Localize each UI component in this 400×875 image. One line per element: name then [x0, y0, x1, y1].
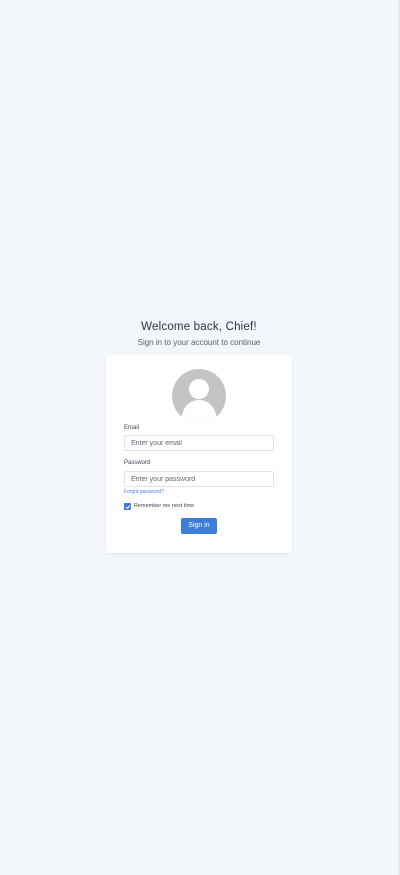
- checkmark-icon: [125, 504, 130, 509]
- remember-me-label: Remember me next time: [134, 503, 195, 509]
- page-title: Welcome back, Chief!: [141, 321, 257, 333]
- password-label: Password: [124, 460, 151, 466]
- login-card: Email Password Forgot password? Remember…: [106, 355, 292, 553]
- password-field[interactable]: [124, 471, 274, 487]
- remember-me-checkbox[interactable]: [124, 503, 131, 510]
- remember-me[interactable]: Remember me next time: [124, 503, 194, 510]
- forgot-password-link[interactable]: Forgot password?: [124, 489, 164, 495]
- email-label: Email: [124, 425, 140, 431]
- page-subtitle: Sign in to your account to continue: [137, 338, 261, 347]
- user-avatar-icon: [172, 369, 226, 423]
- email-field[interactable]: [124, 435, 274, 451]
- sign-in-button[interactable]: Sign in: [181, 518, 217, 534]
- login-header: Welcome back, Chief! Sign in to your acc…: [0, 320, 398, 348]
